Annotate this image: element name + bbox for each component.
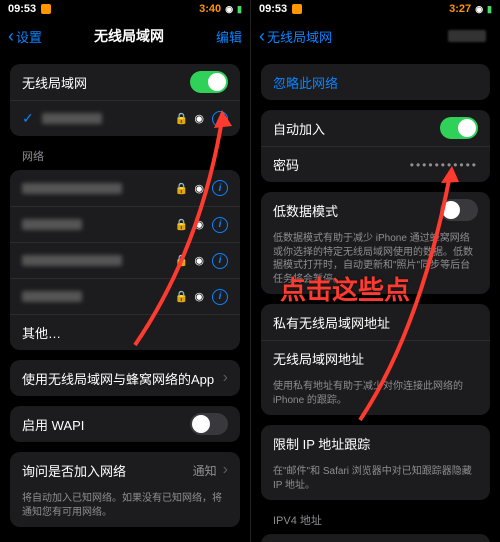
back-button[interactable]: 设置 — [8, 27, 42, 46]
wifi-icon: ◉ — [225, 4, 233, 15]
ssid-obscured — [22, 183, 122, 194]
status-time: 09:53 — [259, 3, 287, 15]
status-bar: 09:53 3:27 ◉ — [251, 0, 500, 18]
wifi-master-row[interactable]: 无线局域网 — [10, 64, 240, 100]
lock-icon: 🔒 — [175, 254, 189, 267]
wifi-icon: ◉ — [475, 4, 483, 15]
ask-join-footer: 将自动加入已知网络。如果没有已知网络，将通知您有可用网络。 — [10, 488, 240, 527]
wifi-signal-icon: ◉ — [194, 112, 204, 125]
edit-button[interactable]: 编辑 — [216, 27, 242, 46]
connected-network-row[interactable]: ✓ 🔒 ◉ i — [10, 100, 240, 136]
ipv4-section: 配置 IP IP 地址 子网掩码 — [261, 534, 490, 542]
private-addr-footer: 使用私有地址有助于减少对你连接此网络的 iPhone 的跟踪。 — [261, 376, 490, 415]
other-network-row[interactable]: 其他… — [10, 314, 240, 350]
wifi-signal-icon: ◉ — [194, 290, 204, 303]
ask-join-section: 询问是否加入网络 通知 将自动加入已知网络。如果没有已知网络，将通知您有可用网络… — [10, 452, 240, 527]
connected-ssid-obscured — [42, 113, 102, 124]
phone-right-wifi-detail: 09:53 3:27 ◉ 无线局域网 忽略此网络 自动加入 密码 ••••• — [250, 0, 500, 542]
network-row[interactable]: 🔒 ◉ i — [10, 242, 240, 278]
apps-section: 使用无线局域网与蜂窝网络的App — [10, 360, 240, 396]
battery-icon — [487, 4, 492, 15]
info-icon[interactable]: i — [212, 180, 228, 196]
private-addr-section: 私有无线局域网地址 无线局域网地址 使用私有地址有助于减少对你连接此网络的 iP… — [261, 304, 490, 415]
limit-tracking-row[interactable]: 限制 IP 地址跟踪 — [261, 425, 490, 461]
wifi-master-label: 无线局域网 — [22, 73, 190, 92]
low-data-section: 低数据模式 低数据模式有助于减少 iPhone 通过蜂窝网络或你选择的特定无线局… — [261, 192, 490, 294]
battery-icon — [237, 4, 242, 15]
network-row[interactable]: 🔒 ◉ i — [10, 170, 240, 206]
password-dots: ••••••••••• — [410, 158, 478, 172]
wifi-signal-icon: ◉ — [194, 254, 204, 267]
wifi-address-row[interactable]: 无线局域网地址 — [261, 340, 490, 376]
networks-header: 网络 — [22, 148, 228, 164]
info-icon[interactable]: i — [212, 289, 228, 305]
status-bar: 09:53 3:40 ◉ — [0, 0, 250, 18]
autojoin-section: 自动加入 密码 ••••••••••• — [261, 110, 490, 182]
back-button[interactable]: 无线局域网 — [259, 27, 332, 46]
auto-join-row[interactable]: 自动加入 — [261, 110, 490, 146]
wifi-signal-icon: ◉ — [194, 182, 204, 195]
forget-network-row[interactable]: 忽略此网络 — [261, 64, 490, 100]
status-counter: 3:40 — [199, 3, 221, 15]
configure-ip-row[interactable]: 配置 IP — [261, 534, 490, 542]
wifi-signal-icon: ◉ — [194, 218, 204, 231]
wapi-toggle[interactable] — [190, 413, 228, 435]
ssid-obscured — [22, 291, 82, 302]
low-data-row[interactable]: 低数据模式 — [261, 192, 490, 228]
forget-section: 忽略此网络 — [261, 64, 490, 100]
auto-join-toggle[interactable] — [440, 117, 478, 139]
apps-using-wifi-row[interactable]: 使用无线局域网与蜂窝网络的App — [10, 360, 240, 396]
networks-section: 🔒 ◉ i 🔒 ◉ i 🔒 ◉ i 🔒 ◉ i — [10, 170, 240, 350]
nav-bar: 无线局域网 — [251, 18, 500, 54]
info-icon[interactable]: i — [212, 111, 228, 127]
status-counter: 3:27 — [449, 3, 471, 15]
private-addr-header-row[interactable]: 私有无线局域网地址 — [261, 304, 490, 340]
low-data-toggle[interactable] — [440, 199, 478, 221]
alarm-icon — [41, 4, 51, 14]
info-icon[interactable]: i — [212, 217, 228, 233]
info-icon[interactable]: i — [212, 253, 228, 269]
limit-tracking-footer: 在"邮件"和 Safari 浏览器中对已知跟踪器隐藏 IP 地址。 — [261, 461, 490, 500]
nav-title-obscured — [448, 30, 486, 42]
nav-title: 无线局域网 — [42, 26, 216, 46]
status-time: 09:53 — [8, 3, 36, 15]
low-data-footer: 低数据模式有助于减少 iPhone 通过蜂窝网络或你选择的特定无线局域网使用的数… — [261, 228, 490, 294]
checkmark-icon: ✓ — [22, 110, 34, 127]
limit-tracking-section: 限制 IP 地址跟踪 在"邮件"和 Safari 浏览器中对已知跟踪器隐藏 IP… — [261, 425, 490, 500]
lock-icon: 🔒 — [175, 112, 189, 125]
wifi-toggle[interactable] — [190, 71, 228, 93]
chevron-icon — [217, 461, 228, 479]
ssid-obscured — [22, 255, 122, 266]
network-row[interactable]: 🔒 ◉ i — [10, 206, 240, 242]
chevron-icon — [217, 369, 228, 387]
network-row[interactable]: 🔒 ◉ i — [10, 278, 240, 314]
password-row[interactable]: 密码 ••••••••••• — [261, 146, 490, 182]
ipv4-header: IPV4 地址 — [273, 512, 478, 528]
lock-icon: 🔒 — [175, 218, 189, 231]
alarm-icon — [292, 4, 302, 14]
lock-icon: 🔒 — [175, 182, 189, 195]
lock-icon: 🔒 — [175, 290, 189, 303]
wapi-row[interactable]: 启用 WAPI — [10, 406, 240, 442]
ssid-obscured — [22, 219, 82, 230]
wapi-section: 启用 WAPI — [10, 406, 240, 442]
phone-left-wifi-settings: 09:53 3:40 ◉ 设置 无线局域网 编辑 无线局域网 ✓ 🔒 ◉ — [0, 0, 250, 542]
ask-join-row[interactable]: 询问是否加入网络 通知 — [10, 452, 240, 488]
wifi-master-section: 无线局域网 ✓ 🔒 ◉ i — [10, 64, 240, 136]
nav-bar: 设置 无线局域网 编辑 — [0, 18, 250, 54]
